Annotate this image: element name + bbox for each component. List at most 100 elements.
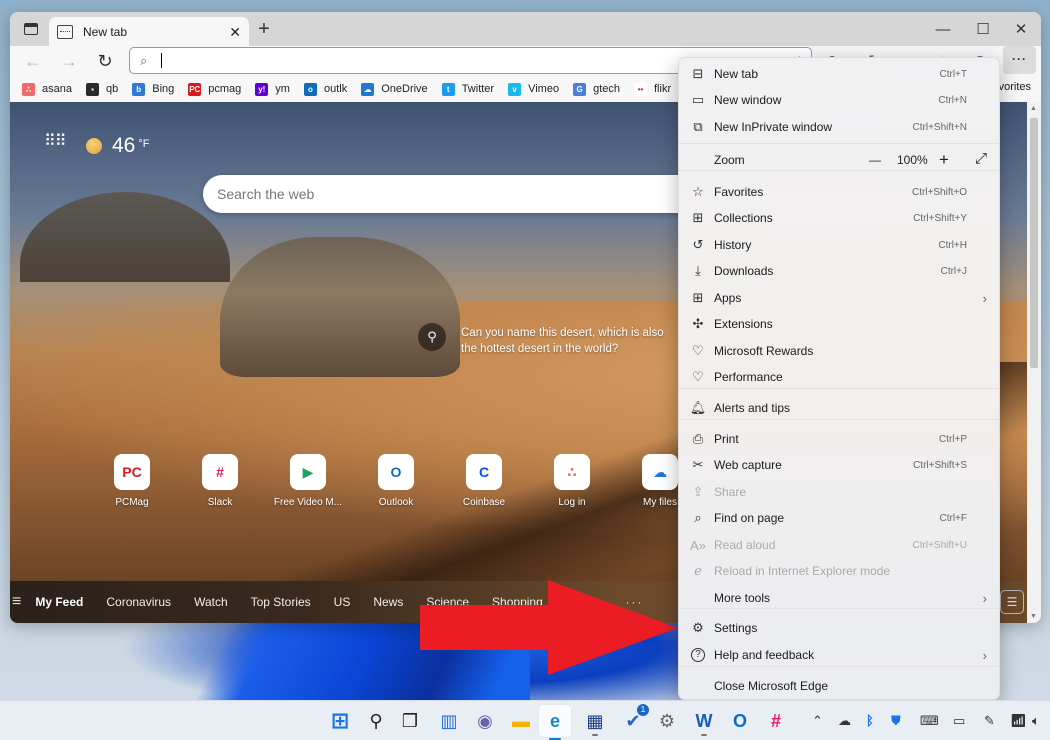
menu-item-label: Find on page xyxy=(714,511,785,525)
taskbar-outlook[interactable]: O xyxy=(728,709,752,733)
chevron-up-icon[interactable]: ⌃ xyxy=(812,713,823,729)
favorite-link[interactable]: PC pcmag xyxy=(188,82,241,96)
taskbar-edge[interactable]: e xyxy=(539,705,571,740)
scrollbar-thumb[interactable] xyxy=(1030,118,1038,368)
defender-shield-icon[interactable]: ⛊ xyxy=(891,713,901,729)
menu-item-collections[interactable]: ⊞ Collections Ctrl+Shift+Y xyxy=(679,205,999,231)
menu-item-close-microsoft-edge[interactable]: Close Microsoft Edge xyxy=(679,673,999,699)
feed-menu-icon[interactable]: ≡ xyxy=(10,593,21,611)
menu-item-find-on-page[interactable]: ⌕ Find on page Ctrl+F xyxy=(679,505,999,531)
taskbar-settings[interactable]: ⚙ xyxy=(655,709,679,733)
zoom-out-button[interactable]: — xyxy=(869,153,881,167)
feed-tab[interactable]: My Feed xyxy=(35,595,83,609)
page-scrollbar[interactable]: ▲ ▼ xyxy=(1027,102,1041,623)
feed-tab[interactable]: Top Stories xyxy=(251,595,311,609)
quick-link-tile[interactable]: C Coinbase xyxy=(440,454,528,508)
feed-tab[interactable]: Watch xyxy=(194,595,228,609)
refresh-button[interactable]: ↻ xyxy=(92,49,118,73)
menu-item-apps[interactable]: ⊞ Apps › xyxy=(679,285,999,311)
quick-link-tile[interactable]: # Slack xyxy=(176,454,264,508)
taskbar-task-view[interactable]: ❐ xyxy=(398,709,422,733)
app-launcher-grid-icon[interactable]: ⠿⠿ xyxy=(44,134,66,150)
weather-widget[interactable]: 46 °F xyxy=(86,134,149,158)
image-trivia[interactable]: ⚲ Can you name this desert, which is als… xyxy=(418,323,681,357)
quick-link-tile[interactable]: O Outlook xyxy=(352,454,440,508)
taskbar-word[interactable]: W xyxy=(692,709,716,736)
onedrive-cloud-icon[interactable]: ☁ xyxy=(838,713,851,729)
feed-tab[interactable]: News xyxy=(373,595,403,609)
quick-link-tile[interactable]: ▶ Free Video M... xyxy=(264,454,352,508)
volume-icon[interactable]: 🔈︎ xyxy=(1032,713,1040,729)
wifi-icon[interactable]: 📶︎ xyxy=(1010,713,1027,729)
favicon-icon: b xyxy=(132,82,146,96)
favorite-link[interactable]: ▪ qb xyxy=(85,82,118,96)
zoom-level: 100% xyxy=(897,153,928,167)
taskbar-widgets[interactable]: ▥ xyxy=(437,709,461,733)
favorite-link[interactable]: ☁ OneDrive xyxy=(361,82,428,96)
web-search-input[interactable]: Search the web xyxy=(203,175,703,213)
page-settings-button[interactable]: ☰ xyxy=(1000,590,1024,614)
other-favorites[interactable]: vorites xyxy=(999,81,1031,93)
taskbar-file-explorer[interactable]: ▬ xyxy=(509,709,533,733)
menu-item-history[interactable]: ↺ History Ctrl+H xyxy=(679,232,999,258)
menu-item-read-aloud: A» Read aloud Ctrl+Shift+U xyxy=(679,532,999,558)
menu-item-performance[interactable]: ♡ Performance xyxy=(679,364,999,390)
settings-and-more-button[interactable]: ··· xyxy=(1003,46,1036,74)
menu-item-extensions[interactable]: ✣ Extensions xyxy=(679,311,999,337)
menu-item-label: Share xyxy=(714,485,747,499)
favicon-icon: v xyxy=(508,82,522,96)
tab-strip: New tab ✕ + — ☐ ✕ xyxy=(10,12,1041,47)
menu-item-alerts-and-tips[interactable]: 🔔︎ Alerts and tips xyxy=(679,395,999,421)
favorite-link[interactable]: Ggtech xyxy=(573,82,620,96)
background-rock-left xyxy=(20,192,230,282)
forward-button[interactable]: → xyxy=(56,49,82,73)
tab-actions-button[interactable] xyxy=(16,16,46,42)
new-tab-icon: ⊟ xyxy=(692,66,704,81)
favorite-link[interactable]: •• flikr xyxy=(634,82,671,96)
taskbar-todo[interactable]: ✔ 1 xyxy=(621,704,649,733)
feed-tab[interactable]: Coronavirus xyxy=(106,595,171,609)
menu-item-microsoft-rewards[interactable]: ♡ Microsoft Rewards xyxy=(679,338,999,364)
favorite-link[interactable]: v Vimeo xyxy=(508,82,559,96)
menu-item-favorites[interactable]: ☆ Favorites Ctrl+Shift+O xyxy=(679,179,999,205)
menu-item-settings[interactable]: ⚙ Settings xyxy=(679,615,999,641)
zoom-in-button[interactable]: + xyxy=(939,150,949,170)
favorite-link[interactable]: o outlk xyxy=(303,82,347,96)
minimize-button[interactable]: — xyxy=(928,16,958,42)
menu-item-help-and-feedback[interactable]: ? Help and feedback › xyxy=(679,642,999,668)
favorite-link[interactable]: ∴ asana xyxy=(22,82,72,96)
taskbar-search[interactable]: ⚲ xyxy=(364,709,388,733)
taskbar-slack[interactable]: # xyxy=(764,709,788,733)
new-tab-button[interactable]: + xyxy=(254,18,274,40)
taskbar-teams-chat[interactable]: ◉ xyxy=(473,709,497,733)
taskbar-start[interactable]: ⊞ xyxy=(328,708,352,733)
favorite-link[interactable]: t Twitter xyxy=(441,82,494,96)
taskbar-store[interactable]: ▦ xyxy=(583,709,607,736)
menu-item-new-tab[interactable]: ⊟ New tab Ctrl+T xyxy=(679,61,999,87)
menu-item-print[interactable]: ⎙ Print Ctrl+P xyxy=(679,426,999,452)
tab-new-tab[interactable]: New tab ✕ xyxy=(49,17,249,47)
menu-item-downloads[interactable]: ⤓ Downloads Ctrl+J xyxy=(679,258,999,284)
fullscreen-button[interactable]: ⤢ xyxy=(975,150,987,167)
quick-link-tile[interactable]: PC PCMag xyxy=(88,454,176,508)
scroll-down-arrow-icon[interactable]: ▼ xyxy=(1030,613,1037,620)
weather-unit: °F xyxy=(138,138,150,150)
pen-icon[interactable]: ✎ xyxy=(984,713,995,729)
favorite-link[interactable]: y! ym xyxy=(255,82,290,96)
tab-close-icon[interactable]: ✕ xyxy=(229,24,241,41)
quick-link-tile[interactable]: ∴ Log in xyxy=(528,454,616,508)
close-window-button[interactable]: ✕ xyxy=(1006,16,1036,42)
maximize-button[interactable]: ☐ xyxy=(968,16,998,42)
touchpad-icon[interactable]: ▭ xyxy=(953,713,965,729)
menu-item-new-inprivate-window[interactable]: ⧉ New InPrivate window Ctrl+Shift+N xyxy=(679,114,999,140)
menu-item-web-capture[interactable]: ✂ Web capture Ctrl+Shift+S xyxy=(679,452,999,478)
keyboard-icon[interactable]: ⌨ xyxy=(920,713,939,729)
trivia-question: Can you name this desert, which is also … xyxy=(461,327,664,355)
back-button[interactable]: ← xyxy=(20,49,46,73)
menu-item-more-tools[interactable]: More tools › xyxy=(679,585,999,611)
bluetooth-icon[interactable]: ᛒ xyxy=(866,713,874,728)
scroll-up-arrow-icon[interactable]: ▲ xyxy=(1030,105,1037,112)
menu-item-new-window[interactable]: ▭ New window Ctrl+N xyxy=(679,87,999,113)
favorite-link[interactable]: b Bing xyxy=(132,82,174,96)
feed-tab[interactable]: US xyxy=(334,595,351,609)
